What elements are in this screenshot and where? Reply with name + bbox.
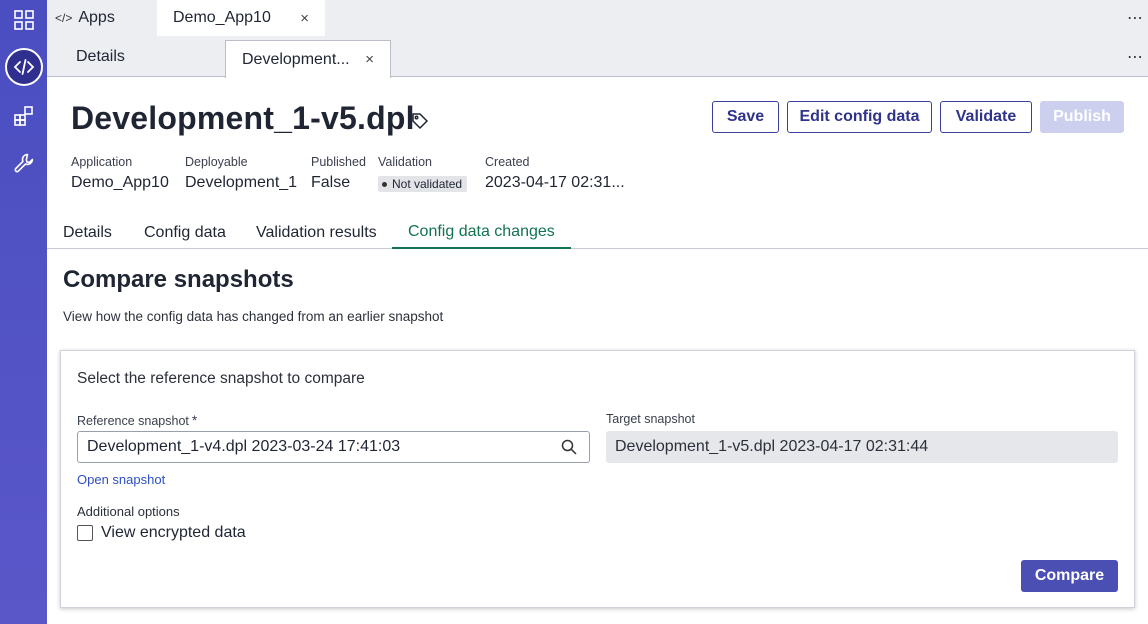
components-icon: [13, 106, 33, 126]
app-tab[interactable]: Demo_App10 ×: [157, 0, 325, 36]
app-tab-label: Demo_App10: [173, 9, 271, 26]
tag-icon[interactable]: [411, 112, 429, 130]
target-snapshot-label: Target snapshot: [606, 412, 695, 426]
edit-config-data-button[interactable]: Edit config data: [787, 101, 932, 133]
meta-created-value: 2023-04-17 02:31...: [485, 174, 625, 191]
reference-snapshot-input[interactable]: Development_1-v4.dpl 2023-03-24 17:41:03: [77, 431, 590, 463]
reference-snapshot-label-text: Reference snapshot: [77, 414, 189, 428]
card-title: Select the reference snapshot to compare: [77, 370, 365, 387]
meta-published-label: Published: [311, 155, 366, 169]
apps-tab[interactable]: </> Apps: [55, 0, 115, 36]
left-rail: [0, 0, 47, 624]
status-dot-icon: [382, 181, 387, 187]
subtab-development-label: Development...: [242, 50, 350, 68]
tab-config-data[interactable]: Config data: [144, 216, 226, 249]
compare-button[interactable]: Compare: [1021, 560, 1118, 592]
additional-options-label: Additional options: [77, 504, 180, 519]
code-icon: </>: [55, 11, 73, 25]
reference-snapshot-value: Development_1-v4.dpl 2023-03-24 17:41:03: [87, 438, 401, 455]
tab-details[interactable]: Details: [63, 216, 112, 249]
rail-apps-grid-button[interactable]: [0, 0, 47, 40]
reference-snapshot-label: Reference snapshot *: [77, 412, 197, 428]
meta-deployable-label: Deployable: [185, 155, 248, 169]
wrench-icon: [14, 153, 33, 173]
view-encrypted-label: View encrypted data: [101, 524, 246, 541]
page-title: Development_1-v5.dpl: [71, 100, 415, 136]
subtab-details[interactable]: Details: [76, 36, 125, 77]
target-snapshot-value: Development_1-v5.dpl 2023-04-17 02:31:44: [615, 438, 929, 455]
subtab-details-label: Details: [76, 47, 125, 65]
apps-tab-label: Apps: [78, 9, 115, 26]
sub-tab-strip: Details Development... × ⋯: [47, 36, 1148, 78]
meta-application-value: Demo_App10: [71, 174, 169, 191]
rail-components-button[interactable]: [0, 96, 47, 136]
meta-created-label: Created: [485, 155, 530, 169]
save-button[interactable]: Save: [712, 101, 779, 133]
view-encrypted-checkbox[interactable]: [77, 525, 93, 541]
meta-created: Created 2023-04-17 02:31...: [485, 155, 625, 192]
status-badge: Not validated: [378, 176, 468, 192]
rail-code-button[interactable]: [0, 47, 47, 87]
code-icon: [13, 59, 34, 75]
close-icon[interactable]: ×: [365, 51, 374, 68]
open-snapshot-link[interactable]: Open snapshot: [77, 472, 165, 487]
grid-icon: [13, 10, 34, 30]
meta-published: Published False: [311, 155, 366, 192]
subtab-development[interactable]: Development... ×: [225, 40, 391, 78]
meta-deployable-value: Development_1: [185, 174, 298, 191]
section-heading: Compare snapshots: [63, 266, 294, 293]
status-badge-label: Not validated: [392, 177, 463, 191]
close-icon[interactable]: ×: [300, 10, 309, 27]
tab-validation-results[interactable]: Validation results: [256, 216, 377, 249]
meta-published-value: False: [311, 174, 351, 191]
view-encrypted-checkbox-row[interactable]: View encrypted data: [77, 524, 246, 542]
meta-application-label: Application: [71, 155, 133, 169]
meta-validation: Validation Not validated: [378, 155, 468, 192]
required-icon: *: [191, 412, 198, 428]
publish-button[interactable]: Publish: [1040, 101, 1124, 133]
target-snapshot-field: Development_1-v5.dpl 2023-04-17 02:31:44: [606, 431, 1118, 463]
search-icon[interactable]: [561, 439, 577, 455]
more-icon[interactable]: ⋯: [1127, 8, 1144, 28]
compare-card: Select the reference snapshot to compare…: [60, 350, 1135, 608]
meta-application: Application Demo_App10: [71, 155, 169, 192]
content-tabs: Details Config data Validation results C…: [47, 216, 1148, 249]
tab-config-data-changes[interactable]: Config data changes: [392, 216, 571, 249]
meta-deployable: Deployable Development_1: [185, 155, 297, 192]
top-tab-strip: </> Apps Demo_App10 × ⋯: [47, 0, 1148, 36]
section-description: View how the config data has changed fro…: [63, 309, 444, 324]
rail-tools-button[interactable]: [0, 143, 47, 183]
validate-button[interactable]: Validate: [940, 101, 1032, 133]
meta-validation-label: Validation: [378, 155, 432, 169]
more-icon[interactable]: ⋯: [1127, 47, 1144, 67]
